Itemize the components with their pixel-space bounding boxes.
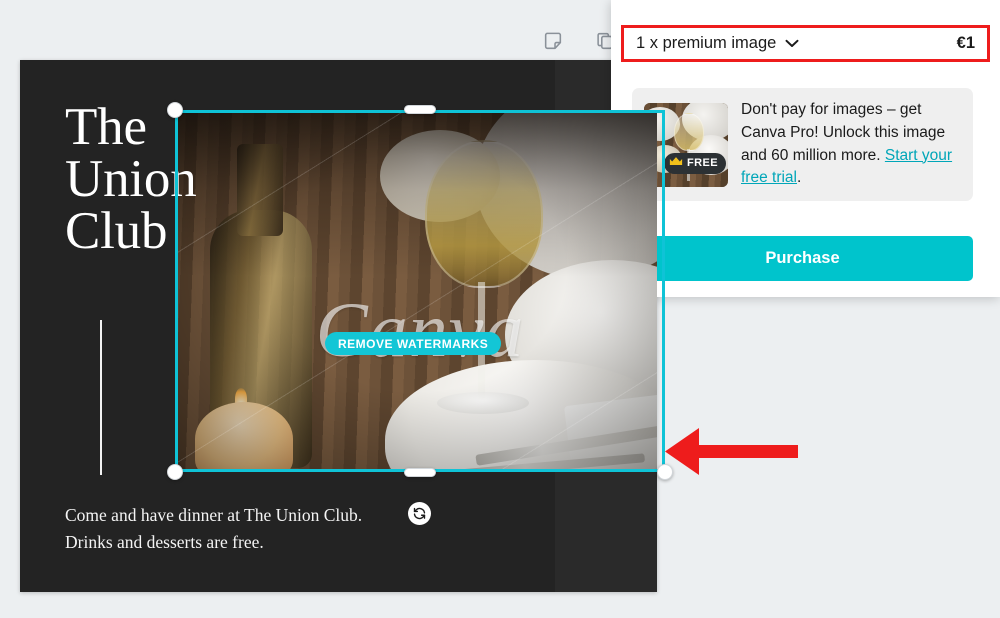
line-item-label: 1 x premium image	[636, 34, 777, 52]
line-item-row[interactable]: 1 x premium image €1	[621, 25, 990, 62]
free-badge-label: FREE	[687, 157, 718, 169]
app-root: Canva The Union Club Come and have dinne…	[0, 0, 1000, 618]
design-title-line-3: Club	[65, 201, 168, 260]
remove-watermarks-button[interactable]: REMOVE WATERMARKS	[325, 332, 502, 355]
line-item-selector[interactable]: 1 x premium image	[636, 34, 799, 53]
sync-icon[interactable]	[408, 502, 431, 525]
annotation-arrow-icon	[663, 427, 798, 475]
resize-handle-top-center[interactable]	[404, 105, 436, 114]
design-vertical-rule	[100, 320, 102, 475]
chevron-down-icon[interactable]	[785, 35, 799, 53]
page-toolbar	[536, 24, 622, 58]
canva-watermark: Canva	[315, 286, 525, 373]
promo-card: FREE Don't pay for images – get Canva Pr…	[632, 88, 973, 201]
design-title-line-1: The	[65, 98, 147, 156]
purchase-button[interactable]: Purchase	[632, 236, 973, 281]
resize-handle-bottom-left[interactable]	[167, 464, 183, 480]
design-title[interactable]: The Union Club	[65, 98, 215, 260]
design-body-line-2: Drinks and desserts are free.	[65, 532, 264, 553]
resize-handle-bottom-center[interactable]	[404, 468, 436, 477]
promo-text: Don't pay for images – get Canva Pro! Un…	[741, 99, 961, 191]
crown-icon	[669, 154, 683, 172]
resize-handle-top-left[interactable]	[167, 102, 183, 118]
photo-element[interactable]: Canva	[175, 110, 657, 472]
line-item-price: €1	[956, 34, 975, 52]
notes-icon[interactable]	[536, 24, 570, 58]
free-badge: FREE	[664, 152, 726, 174]
promo-text-after-link: .	[797, 169, 802, 187]
design-canvas[interactable]: Canva The Union Club Come and have dinne…	[20, 60, 657, 592]
design-title-line-2: Union	[65, 149, 197, 208]
